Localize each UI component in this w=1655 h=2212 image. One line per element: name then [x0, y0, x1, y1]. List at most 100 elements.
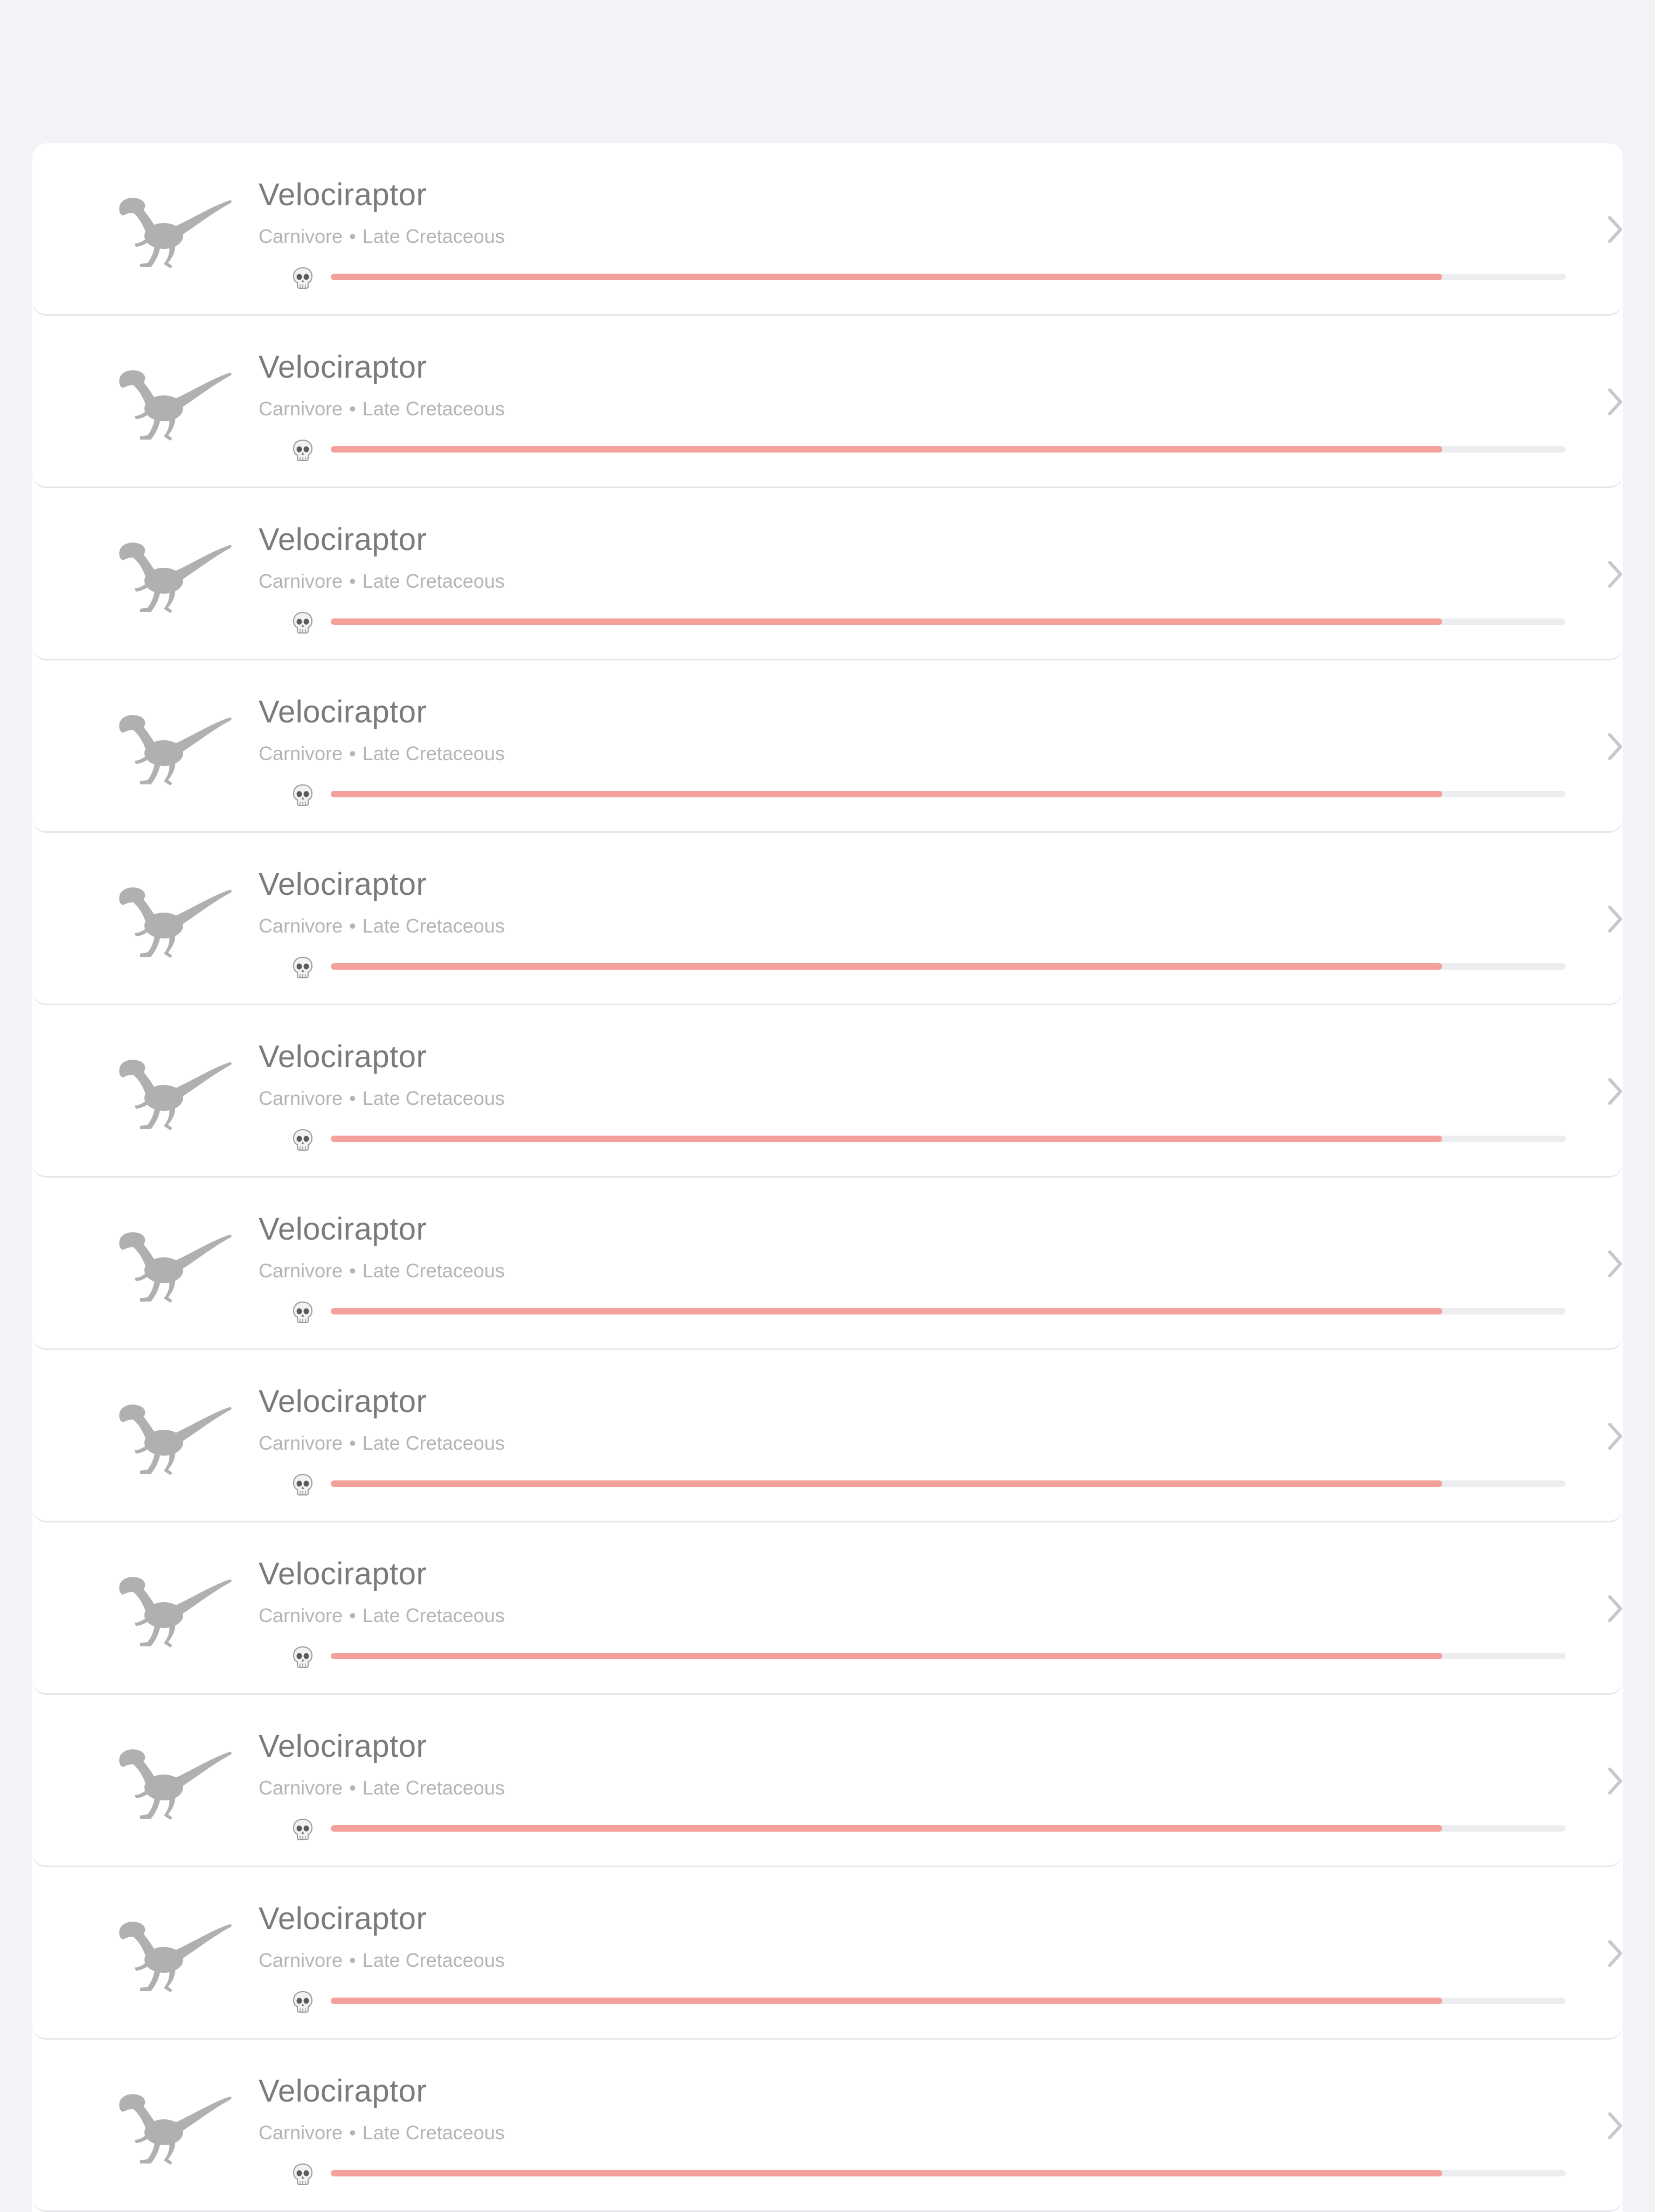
dinosaur-row-1[interactable]: Velociraptor Carnivore • Late Cretaceous	[32, 143, 1623, 316]
danger-bar	[331, 791, 1566, 797]
danger-bar-fill	[331, 1136, 1442, 1142]
dinosaur-row-10[interactable]: Velociraptor Carnivore • Late Cretaceous	[32, 1695, 1623, 1867]
chevron-right-icon	[1604, 558, 1623, 590]
danger-bar-fill	[331, 1825, 1442, 1832]
diet-label: Carnivore	[259, 1777, 343, 1799]
chevron-right-icon	[1604, 213, 1623, 246]
velociraptor-silhouette-icon	[108, 877, 233, 961]
period-label: Late Cretaceous	[362, 398, 505, 420]
chevron-right-icon	[1604, 731, 1623, 763]
danger-bar	[331, 1825, 1566, 1832]
velociraptor-silhouette-icon	[108, 1394, 233, 1478]
chevron-right-icon	[1604, 1420, 1623, 1452]
period-label: Late Cretaceous	[362, 2121, 505, 2144]
velociraptor-silhouette-icon	[108, 2084, 233, 2168]
period-label: Late Cretaceous	[362, 1432, 505, 1454]
dinosaur-name: Velociraptor	[259, 1039, 427, 1074]
skull-icon	[292, 1128, 314, 1152]
velociraptor-silhouette-icon	[108, 532, 233, 616]
velociraptor-silhouette-icon	[108, 187, 233, 272]
skull-icon	[292, 611, 314, 635]
skull-icon	[292, 439, 314, 462]
dinosaur-meta: Carnivore • Late Cretaceous	[259, 568, 505, 595]
meta-separator: •	[349, 915, 356, 937]
dinosaur-name: Velociraptor	[259, 1729, 427, 1764]
danger-bar	[331, 963, 1566, 970]
dinosaur-row-6[interactable]: Velociraptor Carnivore • Late Cretaceous	[32, 1005, 1623, 1178]
meta-separator: •	[349, 1777, 356, 1799]
dinosaur-list: Velociraptor Carnivore • Late Cretaceous V…	[32, 143, 1623, 2212]
dinosaur-meta: Carnivore • Late Cretaceous	[259, 395, 505, 422]
velociraptor-silhouette-icon	[108, 360, 233, 444]
danger-bar-fill	[331, 274, 1442, 280]
period-label: Late Cretaceous	[362, 570, 505, 592]
dinosaur-name: Velociraptor	[259, 1901, 427, 1936]
meta-separator: •	[349, 1949, 356, 1971]
period-label: Late Cretaceous	[362, 742, 505, 764]
dinosaur-meta: Carnivore • Late Cretaceous	[259, 223, 505, 250]
diet-label: Carnivore	[259, 570, 343, 592]
diet-label: Carnivore	[259, 1949, 343, 1971]
danger-bar-fill	[331, 791, 1442, 797]
meta-separator: •	[349, 1087, 356, 1109]
dinosaur-name: Velociraptor	[259, 1212, 427, 1247]
danger-bar	[331, 1136, 1566, 1142]
meta-separator: •	[349, 2121, 356, 2144]
period-label: Late Cretaceous	[362, 1949, 505, 1971]
dinosaur-row-7[interactable]: Velociraptor Carnivore • Late Cretaceous	[32, 1178, 1623, 1350]
diet-label: Carnivore	[259, 398, 343, 420]
dinosaur-meta: Carnivore • Late Cretaceous	[259, 2119, 505, 2146]
period-label: Late Cretaceous	[362, 225, 505, 247]
chevron-right-icon	[1604, 1075, 1623, 1108]
dinosaur-meta: Carnivore • Late Cretaceous	[259, 1947, 505, 1974]
chevron-right-icon	[1604, 386, 1623, 418]
period-label: Late Cretaceous	[362, 915, 505, 937]
period-label: Late Cretaceous	[362, 1260, 505, 1282]
dinosaur-row-5[interactable]: Velociraptor Carnivore • Late Cretaceous	[32, 833, 1623, 1005]
skull-icon	[292, 2162, 314, 2186]
danger-bar	[331, 2170, 1566, 2176]
velociraptor-silhouette-icon	[108, 1567, 233, 1651]
dinosaur-row-3[interactable]: Velociraptor Carnivore • Late Cretaceous	[32, 488, 1623, 660]
danger-bar-fill	[331, 963, 1442, 970]
danger-bar	[331, 446, 1566, 453]
dinosaur-meta: Carnivore • Late Cretaceous	[259, 1775, 505, 1801]
period-label: Late Cretaceous	[362, 1604, 505, 1626]
dinosaur-row-9[interactable]: Velociraptor Carnivore • Late Cretaceous	[32, 1522, 1623, 1695]
skull-icon	[292, 956, 314, 979]
danger-bar-fill	[331, 446, 1442, 453]
diet-label: Carnivore	[259, 2121, 343, 2144]
dinosaur-row-2[interactable]: Velociraptor Carnivore • Late Cretaceous	[32, 316, 1623, 488]
danger-bar	[331, 1308, 1566, 1314]
velociraptor-silhouette-icon	[108, 1739, 233, 1823]
danger-bar-fill	[331, 1308, 1442, 1314]
dinosaur-name: Velociraptor	[259, 1556, 427, 1591]
danger-bar	[331, 274, 1566, 280]
skull-icon	[292, 1990, 314, 2014]
chevron-right-icon	[1604, 1765, 1623, 1797]
skull-icon	[292, 1300, 314, 1324]
velociraptor-silhouette-icon	[108, 1222, 233, 1306]
danger-bar	[331, 1653, 1566, 1659]
period-label: Late Cretaceous	[362, 1087, 505, 1109]
dinosaur-name: Velociraptor	[259, 867, 427, 902]
dinosaur-name: Velociraptor	[259, 1384, 427, 1419]
dinosaur-row-4[interactable]: Velociraptor Carnivore • Late Cretaceous	[32, 660, 1623, 833]
dinosaur-row-12[interactable]: Velociraptor Carnivore • Late Cretaceous	[32, 2040, 1623, 2212]
dinosaur-name: Velociraptor	[259, 2074, 427, 2109]
meta-separator: •	[349, 742, 356, 764]
dinosaur-row-8[interactable]: Velociraptor Carnivore • Late Cretaceous	[32, 1350, 1623, 1522]
dinosaur-meta: Carnivore • Late Cretaceous	[259, 1257, 505, 1284]
meta-separator: •	[349, 570, 356, 592]
danger-bar-fill	[331, 618, 1442, 625]
diet-label: Carnivore	[259, 1260, 343, 1282]
skull-icon	[292, 1818, 314, 1841]
meta-separator: •	[349, 1432, 356, 1454]
diet-label: Carnivore	[259, 1087, 343, 1109]
velociraptor-silhouette-icon	[108, 1911, 233, 1995]
chevron-right-icon	[1604, 2110, 1623, 2142]
diet-label: Carnivore	[259, 1604, 343, 1626]
dinosaur-row-11[interactable]: Velociraptor Carnivore • Late Cretaceous	[32, 1867, 1623, 2040]
diet-label: Carnivore	[259, 742, 343, 764]
period-label: Late Cretaceous	[362, 1777, 505, 1799]
